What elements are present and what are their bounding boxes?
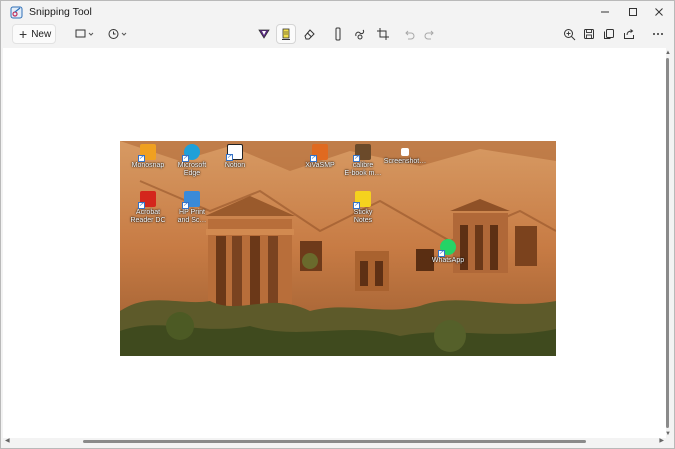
title-bar: Snipping Tool (1, 1, 674, 23)
desktop-icon-whatsapp: ↗ WhatsApp (428, 239, 468, 265)
desktop-icon-microsoft-edge: ↗ Microsoft Edge (172, 144, 212, 178)
highlighter-icon (282, 28, 290, 40)
share-button[interactable] (620, 24, 638, 44)
touch-writing-icon (355, 29, 365, 40)
monosnap-icon: ↗ (138, 144, 156, 162)
snip-canvas[interactable]: ↗ Monosnap ↗ Microsoft Edge ↗ Notion ↗ X… (3, 48, 666, 438)
delay-dropdown[interactable] (106, 24, 132, 44)
copy-icon (604, 29, 614, 39)
desktop-icon-xivasmp: ↗ XiVaSMP (300, 144, 340, 170)
minimize-icon (601, 11, 609, 13)
redo-icon (424, 30, 434, 40)
zoom-button[interactable] (560, 24, 578, 44)
desktop-icon-hp-print: ↗ HP Print and Sc… (172, 191, 212, 225)
maximize-icon (629, 8, 637, 16)
maximize-button[interactable] (621, 1, 645, 23)
xivasmp-icon: ↗ (310, 144, 328, 162)
rectangle-icon (75, 29, 94, 38)
save-button[interactable] (580, 24, 598, 44)
desktop-icon-sticky-notes: ↗ Sticky Notes (343, 191, 383, 225)
snipping-tool-window: Snipping Tool + New ↗ Monosnap ↗ Microso… (0, 0, 675, 449)
touch-writing-button[interactable] (351, 24, 369, 44)
screenshot-snip: ↗ Monosnap ↗ Microsoft Edge ↗ Notion ↗ X… (120, 141, 556, 356)
notion-icon: ↗ (226, 144, 243, 161)
vertical-scroll-thumb[interactable] (666, 58, 669, 428)
new-button[interactable]: + New (12, 24, 56, 44)
desktop-icon-notion: ↗ Notion (215, 144, 255, 170)
snipping-tool-icon (10, 6, 23, 19)
acrobat-icon: ↗ (138, 191, 156, 209)
scroll-up-arrow-icon[interactable]: ▲ (665, 50, 671, 56)
crop-button[interactable] (374, 24, 392, 44)
close-icon (655, 8, 663, 16)
share-icon (624, 29, 634, 39)
more-options-button[interactable] (649, 24, 667, 44)
hp-print-icon: ↗ (182, 191, 200, 209)
eraser-button[interactable] (300, 24, 318, 44)
whatsapp-icon: ↗ (438, 239, 456, 257)
eraser-icon (304, 29, 315, 40)
plus-icon: + (19, 26, 28, 42)
ballpoint-pen-icon (258, 29, 270, 39)
more-icon (653, 33, 663, 35)
desktop-icon-calibre: ↗ calibre E-book m… (343, 144, 383, 178)
redo-button[interactable] (422, 24, 438, 44)
desktop-icon-monosnap: ↗ Monosnap (128, 144, 168, 170)
zoom-in-icon (563, 28, 575, 40)
snip-mode-dropdown[interactable] (73, 24, 99, 44)
toolbar: + New (1, 23, 674, 47)
desktop-icon-acrobat-reader: ↗ Acrobat Reader DC (128, 191, 168, 225)
ruler-icon (335, 27, 341, 41)
screenshot-file-icon (401, 148, 409, 156)
horizontal-scrollbar[interactable]: ◀ ▶ (3, 437, 666, 446)
horizontal-scroll-thumb[interactable] (83, 440, 586, 443)
scroll-right-arrow-icon[interactable]: ▶ (659, 438, 664, 444)
undo-button[interactable] (401, 24, 417, 44)
new-button-label: New (31, 28, 52, 40)
minimize-button[interactable] (593, 1, 617, 23)
desktop-icon-screenshot: Screenshot… (384, 144, 426, 166)
vertical-scrollbar[interactable]: ▲ ▼ (663, 48, 672, 440)
crop-icon (377, 28, 389, 40)
save-icon (584, 29, 594, 39)
copy-button[interactable] (600, 24, 618, 44)
ballpoint-pen-button[interactable] (255, 24, 273, 44)
clock-icon (108, 29, 127, 39)
ruler-button[interactable] (330, 24, 346, 44)
sticky-notes-icon: ↗ (353, 191, 371, 209)
calibre-icon: ↗ (353, 144, 371, 162)
undo-icon (405, 30, 415, 40)
close-button[interactable] (647, 1, 671, 23)
scroll-left-arrow-icon[interactable]: ◀ (5, 438, 10, 444)
edge-icon: ↗ (182, 144, 200, 162)
app-title: Snipping Tool (29, 6, 92, 18)
highlighter-button[interactable] (276, 24, 296, 44)
